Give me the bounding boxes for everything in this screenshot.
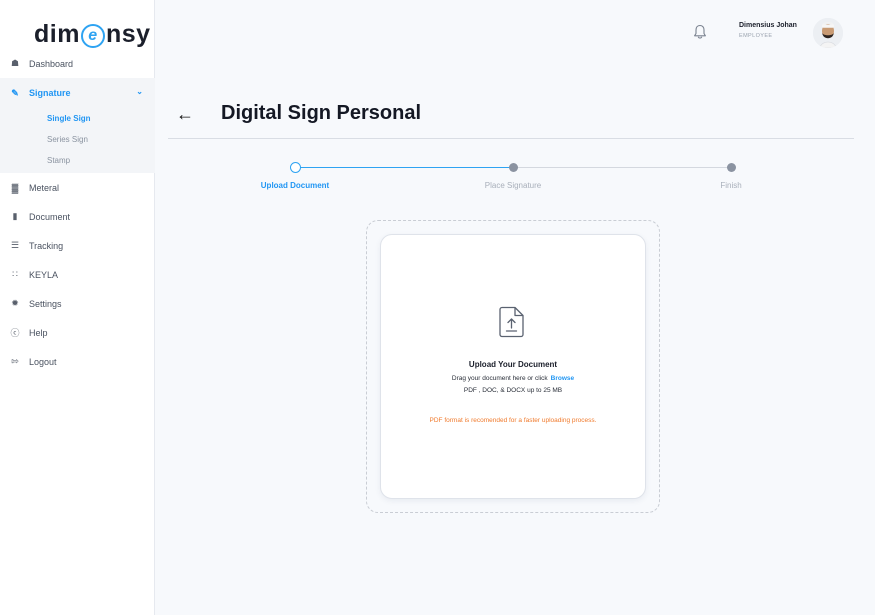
grid-icon: ∷	[12, 269, 18, 279]
sidebar-item-label: Dashboard	[29, 58, 74, 69]
brand-logo[interactable]: dim e nsy	[34, 20, 151, 49]
sidebar-item-label: Settings	[29, 298, 62, 309]
sidebar-group-signature: ✎ Signature ⌄ Single Sign Series Sign St…	[0, 78, 155, 173]
upload-instruction: Drag your document here or click Browse	[380, 375, 646, 382]
upload-formats: PDF , DOC, & DOCX up to 25 MB	[463, 387, 563, 394]
logo-e-icon: e	[80, 23, 105, 48]
list-icon: ☰	[10, 240, 20, 250]
sidebar-item-logout[interactable]: ⇰ Logout	[0, 347, 155, 376]
sidebar-item-settings[interactable]: ✹ Settings	[0, 289, 155, 318]
sidebar-subitem-label: Series Sign	[47, 135, 88, 144]
user-role: EMPLOYEE	[739, 33, 773, 39]
logout-icon: ⇰	[11, 356, 19, 366]
stamp-icon: ▓	[11, 182, 19, 193]
home-icon: ☗	[10, 58, 20, 68]
sidebar-subitem-stamp[interactable]: Stamp	[0, 150, 155, 171]
sidebar-item-label: Help	[29, 327, 48, 338]
back-arrow-icon[interactable]: ←	[176, 104, 194, 125]
help-icon: ⓒ	[10, 328, 20, 338]
upload-file-icon[interactable]	[499, 306, 525, 338]
upload-instruction-text: Drag your document here or click	[451, 375, 548, 382]
signature-icon: ✎	[11, 87, 19, 98]
bell-icon[interactable]	[693, 24, 707, 40]
sidebar-item-meteral[interactable]: ▓ Meteral	[0, 173, 155, 202]
sidebar-subitem-label: Single Sign	[47, 114, 91, 123]
avatar[interactable]	[813, 18, 843, 48]
sidebar-item-label: Meteral	[29, 182, 60, 193]
chevron-down-icon[interactable]: ⌄	[136, 87, 143, 96]
sidebar-item-label: KEYLA	[29, 269, 59, 280]
upload-format-note: PDF format is recomended for a faster up…	[429, 417, 597, 424]
step-label-place-signature: Place Signature	[484, 181, 542, 190]
top-bar: Dimensius Johan EMPLOYEE	[155, 0, 875, 66]
browse-link[interactable]: Browse	[551, 375, 574, 382]
sidebar-item-label: Logout	[29, 356, 57, 367]
sidebar-subitem-series-sign[interactable]: Series Sign	[0, 129, 155, 150]
sidebar: dim e nsy ☗ Dashboard ✎ Signature ⌄ Single…	[0, 0, 155, 615]
progress-stepper: Upload Document Place Signature Finish	[155, 160, 875, 200]
sidebar-item-tracking[interactable]: ☰ Tracking	[0, 231, 155, 260]
step-connector-done	[295, 167, 513, 168]
logo-text-right: nsy	[105, 20, 151, 48]
sidebar-item-dashboard[interactable]: ☗ Dashboard	[0, 49, 155, 78]
logo-text-left: dim	[34, 20, 80, 48]
step-label-upload-document: Upload Document	[260, 181, 330, 190]
gear-icon: ✹	[11, 298, 19, 308]
step-dot-upload-document	[290, 162, 301, 173]
user-name: Dimensius Johan	[739, 22, 797, 29]
step-dot-finish	[727, 163, 736, 172]
sidebar-subitem-single-sign[interactable]: Single Sign	[0, 108, 155, 129]
sidebar-item-label: Signature	[29, 88, 71, 98]
sidebar-item-signature[interactable]: ✎ Signature ⌄	[0, 78, 155, 108]
avatar-person-icon	[813, 18, 843, 48]
sidebar-nav: ☗ Dashboard ✎ Signature ⌄ Single Sign Se…	[0, 49, 155, 376]
title-divider	[168, 138, 854, 139]
step-label-finish: Finish	[720, 181, 742, 190]
sidebar-item-label: Document	[29, 211, 71, 222]
step-dot-place-signature	[509, 163, 518, 172]
sidebar-item-help[interactable]: ⓒ Help	[0, 318, 155, 347]
page-title: Digital Sign Personal	[221, 102, 422, 124]
sidebar-subitem-label: Stamp	[47, 156, 71, 165]
sidebar-item-keyla[interactable]: ∷ KEYLA	[0, 260, 155, 289]
sidebar-item-document[interactable]: ▮ Document	[0, 202, 155, 231]
sidebar-item-label: Tracking	[29, 240, 64, 251]
step-connector	[513, 167, 731, 168]
document-icon: ▮	[12, 211, 18, 221]
upload-title: Upload Your Document	[468, 360, 558, 369]
